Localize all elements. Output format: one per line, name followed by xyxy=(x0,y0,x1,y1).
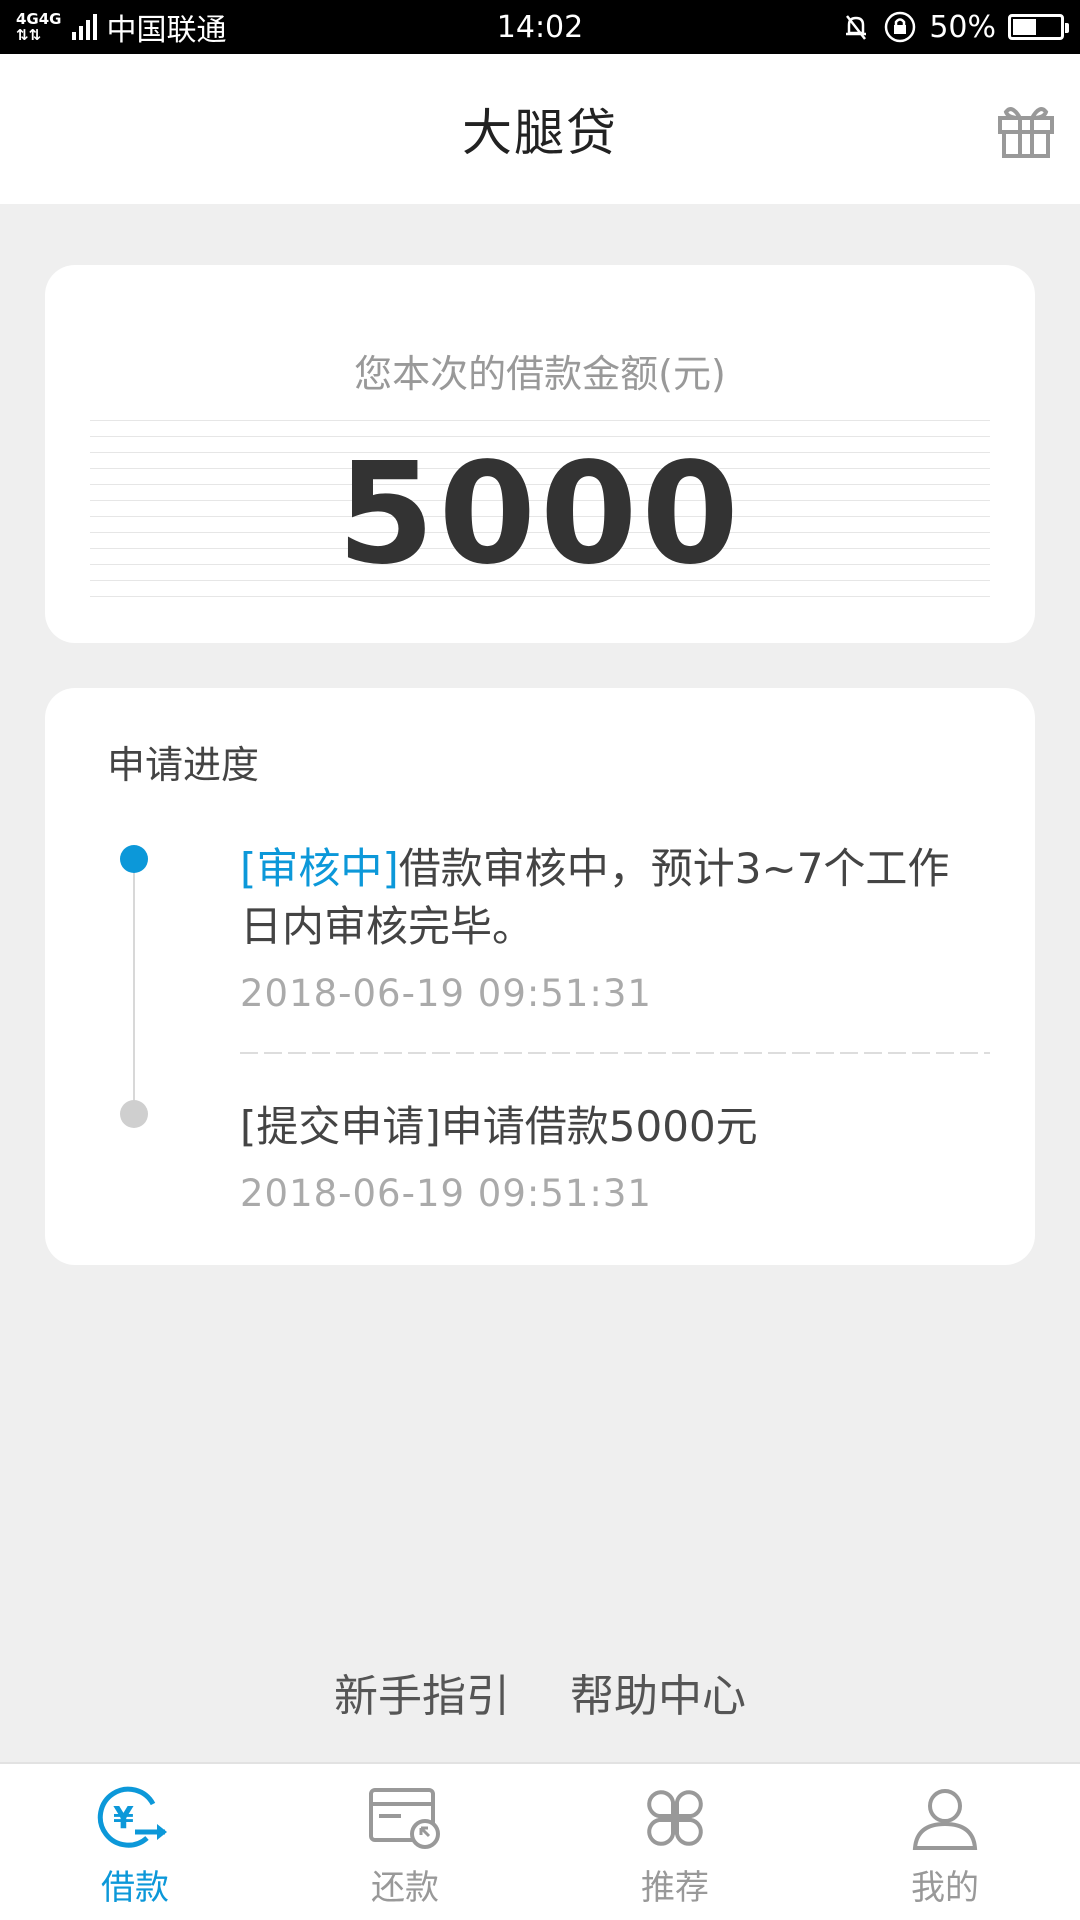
status-bar: 4G4G ⇅⇅ 中国联通 14:02 50% xyxy=(0,0,1080,54)
tab-loan[interactable]: ¥ 借款 xyxy=(0,1764,270,1920)
footer-links: 新手指引 帮助中心 xyxy=(0,1660,1080,1724)
progress-timestamp: 2018-06-19 09:51:31 xyxy=(240,972,652,1015)
battery-percent: 50% xyxy=(929,9,996,45)
recommend-grid-icon xyxy=(647,1790,703,1846)
loan-amount-value: 5000 xyxy=(337,433,743,596)
timeline-dot-done xyxy=(120,1100,148,1128)
battery-icon xyxy=(1008,14,1069,40)
tab-recommend[interactable]: 推荐 xyxy=(540,1764,810,1920)
progress-title: 申请进度 xyxy=(107,743,260,787)
tab-label: 我的 xyxy=(911,1868,979,1908)
gift-icon[interactable] xyxy=(994,98,1058,162)
page-title: 大腿贷 xyxy=(462,104,618,162)
beginner-guide-link[interactable]: 新手指引 xyxy=(334,1660,510,1724)
progress-status-tag: [提交申请] xyxy=(240,1102,441,1151)
dashed-divider xyxy=(240,1052,990,1054)
status-right: 50% xyxy=(841,9,1069,45)
carrier-name: 中国联通 xyxy=(106,13,227,48)
loan-amount-card: 您本次的借款金额(元) 5000 xyxy=(45,265,1035,643)
svg-text:¥: ¥ xyxy=(113,1801,134,1836)
progress-timestamp: 2018-06-19 09:51:31 xyxy=(240,1172,652,1215)
profile-icon xyxy=(912,1789,978,1850)
signal-icon xyxy=(71,14,97,40)
tab-profile[interactable]: 我的 xyxy=(810,1764,1080,1920)
progress-status-text: 申请借款5000元 xyxy=(440,1102,758,1151)
progress-entry: [提交申请]申请借款5000元 2018-06-19 09:51:31 xyxy=(240,1098,975,1215)
help-center-link[interactable]: 帮助中心 xyxy=(570,1660,746,1724)
app-header: 大腿贷 xyxy=(0,54,1080,204)
progress-entry: [审核中]借款审核中，预计3~7个工作日内审核完毕。 2018-06-19 09… xyxy=(240,840,975,1015)
bottom-tab-bar: ¥ 借款 还款 推荐 我的 xyxy=(0,1762,1080,1920)
mute-bell-icon xyxy=(846,15,867,40)
tab-label: 推荐 xyxy=(641,1868,709,1908)
loan-icon: ¥ xyxy=(97,1786,167,1848)
rotation-lock-icon xyxy=(885,11,916,43)
application-progress-card: 申请进度 [审核中]借款审核中，预计3~7个工作日内审核完毕。 2018-06-… xyxy=(45,688,1035,1265)
timeline-line xyxy=(133,858,135,1120)
loan-amount-label: 您本次的借款金额(元) xyxy=(354,352,726,396)
status-left: 4G4G ⇅⇅ 中国联通 xyxy=(16,5,227,49)
tab-label: 还款 xyxy=(371,1868,439,1908)
tab-repay[interactable]: 还款 xyxy=(270,1764,540,1920)
progress-status-tag: [审核中] xyxy=(240,844,399,893)
network-type: 4G4G ⇅⇅ xyxy=(16,10,62,44)
repay-card-icon xyxy=(369,1788,440,1849)
timeline-dot-active xyxy=(120,845,148,873)
tab-label: 借款 xyxy=(101,1868,169,1908)
